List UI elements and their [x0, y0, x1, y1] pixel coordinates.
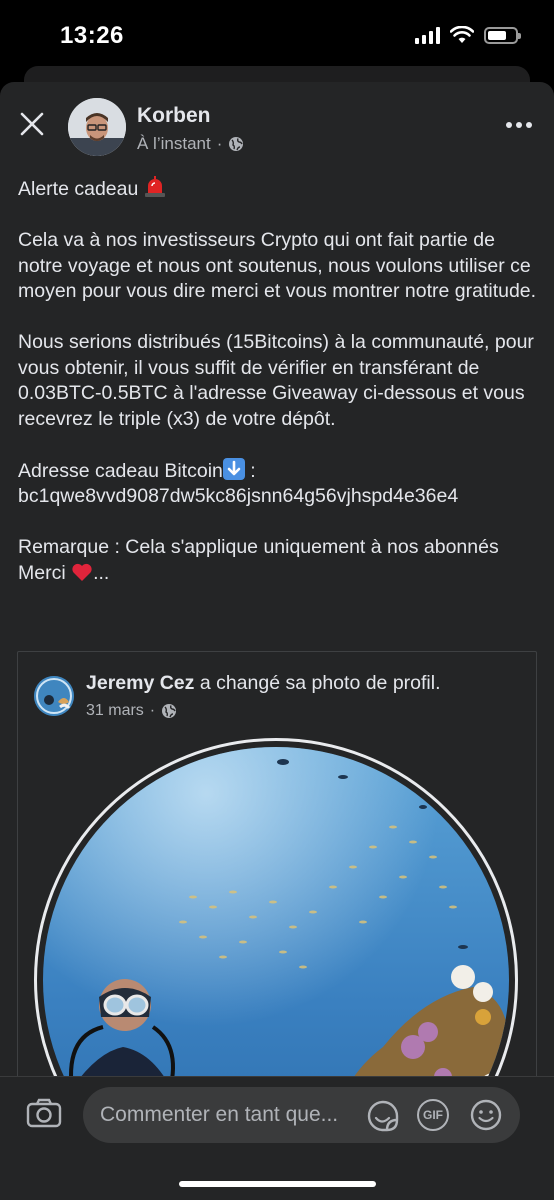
gif-button[interactable]: GIF — [417, 1099, 449, 1131]
status-time: 13:26 — [60, 22, 124, 49]
shared-post-title: Jeremy Cez a changé sa photo de profil. — [86, 672, 441, 695]
close-button[interactable] — [16, 108, 48, 140]
siren-icon — [144, 176, 165, 197]
camera-icon — [26, 1098, 62, 1128]
shared-author-avatar[interactable] — [34, 676, 74, 716]
author-name[interactable]: Korben — [137, 104, 211, 128]
post-paragraph-3: Nous serions distribués (15Bitcoins) à l… — [18, 331, 534, 430]
comment-placeholder: Commenter en tant que... — [100, 1103, 339, 1126]
author-avatar[interactable] — [68, 98, 126, 156]
post-paragraph-1: Alerte cadeau — [18, 176, 538, 203]
meta-separator: · — [149, 702, 156, 719]
cellular-signal-icon — [415, 26, 440, 44]
status-icons — [415, 26, 521, 44]
post-timestamp: À l’instant — [137, 134, 211, 153]
heart-icon — [72, 563, 92, 581]
globe-icon — [229, 137, 244, 151]
post-paragraph-5: Remarque : Cela s'applique uniquement à … — [18, 536, 499, 584]
down-arrow-icon — [222, 457, 245, 480]
post-paragraph-4: Adresse cadeau Bitcoin : bc1qwe8vvd9087d… — [18, 457, 459, 507]
post-body: Alerte cadeau Cela va à nos investisseur… — [18, 176, 538, 612]
post-meta: À l’instant · — [137, 134, 244, 154]
bitcoin-address[interactable]: bc1qwe8vvd9087dw5kc86jsnn64g56vjhspd4e36… — [18, 485, 458, 507]
post-card: Korben À l’instant · Alerte cadeau Cela … — [0, 82, 554, 1200]
more-icon — [506, 122, 512, 128]
sticker-icon — [367, 1100, 399, 1132]
camera-button[interactable] — [26, 1097, 62, 1134]
smiley-icon — [470, 1099, 502, 1131]
meta-separator: · — [216, 134, 223, 153]
emoji-button[interactable] — [469, 1098, 503, 1137]
more-options-button[interactable] — [506, 122, 532, 128]
battery-icon — [484, 26, 521, 44]
wifi-icon — [450, 26, 474, 43]
status-bar: 13:26 — [0, 0, 554, 70]
sticker-button[interactable] — [365, 1098, 401, 1139]
shared-action: a changé sa photo de profil. — [199, 672, 441, 694]
close-icon — [20, 112, 44, 136]
post-paragraph-2: Cela va à nos investisseurs Crypto qui o… — [18, 229, 537, 302]
shared-post-meta: 31 mars · — [86, 702, 177, 720]
home-indicator[interactable] — [179, 1181, 376, 1187]
shared-date: 31 mars — [86, 702, 144, 719]
comment-input[interactable]: Commenter en tant que... GIF — [83, 1087, 520, 1143]
shared-author-name[interactable]: Jeremy Cez — [86, 672, 194, 694]
globe-icon — [162, 704, 177, 718]
